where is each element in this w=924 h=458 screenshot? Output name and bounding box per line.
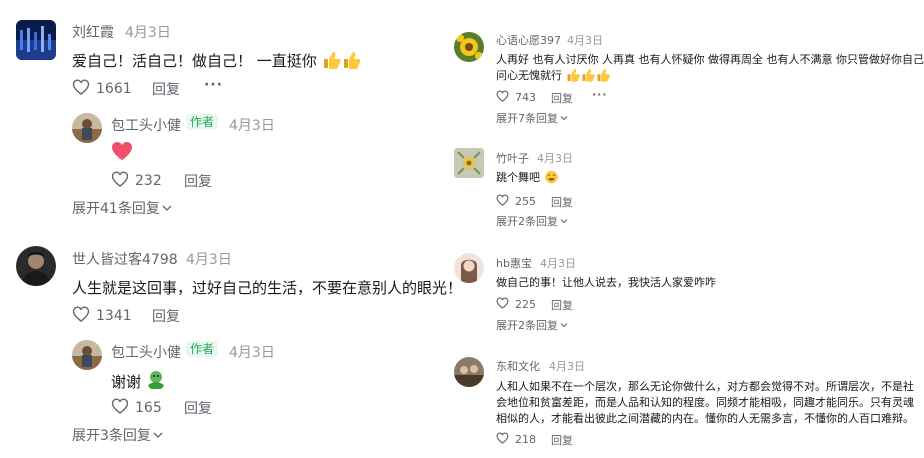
heart-emoji (111, 141, 133, 165)
like-count: 1661 (96, 81, 132, 97)
expand-label: 展开2条回复 (496, 319, 558, 332)
like-button[interactable]: 255 (496, 194, 536, 209)
chevron-down-icon (560, 323, 568, 328)
comment-date: 4月3日 (125, 25, 171, 41)
reply-text-content: 谢谢 (111, 373, 142, 391)
like-button[interactable]: 232 (111, 171, 162, 191)
comment-author[interactable]: 世人皆过客4798 (72, 249, 178, 269)
like-button[interactable]: 225 (496, 297, 536, 312)
reply-button[interactable]: 回复 (152, 306, 180, 326)
thumbs-up-emoji (322, 51, 342, 73)
reply-button[interactable]: 回复 (184, 398, 212, 418)
heart-outline-icon (496, 90, 509, 105)
avatar[interactable] (16, 246, 56, 286)
like-button[interactable]: 218 (496, 432, 536, 447)
reply-date: 4月3日 (229, 118, 275, 134)
heart-outline-icon (72, 306, 90, 326)
thumbs-up-emoji (566, 68, 581, 87)
like-count: 225 (515, 298, 536, 311)
like-button[interactable]: 743 (496, 90, 536, 105)
comment-text: 人再好 也有人讨厌你 人再真 也有人怀疑你 做得再周全 也有人不满意 你只管做好… (496, 53, 924, 66)
avatar[interactable] (454, 357, 484, 387)
reply-button[interactable]: 回复 (551, 297, 573, 313)
expand-label: 展开7条回复 (496, 112, 558, 125)
more-options-button[interactable]: ··· (204, 77, 223, 93)
heart-outline-icon (72, 79, 90, 99)
reply-button[interactable]: 回复 (184, 171, 212, 191)
reply-author[interactable]: 包工头小健 (111, 115, 181, 135)
comment-author[interactable]: hb惠宝 (496, 255, 532, 271)
reply-button[interactable]: 回复 (551, 90, 573, 106)
comment-author[interactable]: 东和文化 (496, 358, 540, 374)
comment-text: 问心无愧就行 (496, 67, 611, 87)
expand-replies-button[interactable]: 展开41条回复 (72, 198, 172, 218)
chevron-down-icon (153, 432, 163, 438)
comment-text: 人和人如果不在一个层次，那么无论你做什么，对方都会觉得不对。所谓层次，不是社 (496, 380, 914, 393)
reply-author[interactable]: 包工头小健 (111, 342, 181, 362)
comment-text-content: 问心无愧就行 (496, 69, 562, 82)
comment-date: 4月3日 (549, 360, 585, 373)
comment-author[interactable]: 竹叶子 (496, 150, 529, 166)
heart-outline-icon (496, 297, 509, 312)
avatar[interactable] (72, 340, 102, 370)
thumbs-up-emoji (596, 68, 611, 87)
thumbs-up-emoji (581, 68, 596, 87)
comment-text-content: 跳个舞吧 (496, 171, 540, 184)
reply-button[interactable]: 回复 (152, 79, 180, 99)
avatar[interactable] (454, 253, 484, 283)
thumbs-up-emoji (342, 51, 362, 73)
like-count: 232 (135, 173, 162, 189)
heart-outline-icon (111, 171, 129, 191)
author-badge: 作者 (186, 341, 219, 357)
reply-button[interactable]: 回复 (551, 194, 573, 210)
heart-outline-icon (496, 194, 509, 209)
like-count: 165 (135, 400, 162, 416)
comment-text-content: 爱自己！活自己！做自己！ 一直挺你 (72, 52, 317, 70)
like-count: 743 (515, 91, 536, 104)
comment-text: 相似的人，才能看出彼此之间潜藏的内在。懂你的人无需多言，不懂你的人百口难辩。 (496, 412, 914, 425)
heart-outline-icon (111, 398, 129, 418)
expand-label: 展开41条回复 (72, 201, 160, 217)
comment-date: 4月3日 (186, 252, 232, 268)
avatar[interactable] (72, 113, 102, 143)
comment-author[interactable]: 刘红霞 (72, 22, 114, 42)
expand-replies-button[interactable]: 展开2条回复 (496, 317, 568, 333)
expand-replies-button[interactable]: 展开7条回复 (496, 110, 568, 126)
expand-replies-button[interactable]: 展开3条回复 (72, 425, 163, 445)
like-button[interactable]: 165 (111, 398, 162, 418)
comment-text: 人生就是这回事，过好自己的生活，不要在意别人的眼光！ (72, 279, 463, 297)
expand-label: 展开2条回复 (496, 215, 558, 228)
reply-text: 谢谢 (111, 370, 166, 394)
comment-author[interactable]: 心语心愿397 (496, 32, 561, 48)
hug-emoji (146, 370, 166, 394)
comment-text: 做自己的事！让他人说去，我快活人家爱咋咋 (496, 276, 716, 289)
like-button[interactable]: 1341 (72, 306, 132, 326)
like-button[interactable]: 1661 (72, 79, 132, 99)
author-badge: 作者 (186, 114, 219, 130)
comment-date: 4月3日 (567, 34, 603, 47)
comment-date: 4月3日 (537, 152, 573, 165)
reply-button[interactable]: 回复 (551, 432, 573, 448)
chevron-down-icon (162, 205, 172, 211)
reply-date: 4月3日 (229, 345, 275, 361)
like-count: 255 (515, 195, 536, 208)
chevron-down-icon (560, 219, 568, 224)
heart-outline-icon (496, 432, 509, 447)
comment-text: 跳个舞吧 (496, 169, 559, 189)
comment-date: 4月3日 (540, 257, 576, 270)
like-count: 218 (515, 433, 536, 446)
expand-label: 展开3条回复 (72, 428, 151, 444)
comment-text: 会地位和贫富差距，而是人品和认知的程度。同频才能相吸，同趣才能同乐。只有灵魂 (496, 396, 914, 409)
laugh-emoji (544, 170, 559, 189)
avatar[interactable] (454, 148, 484, 178)
like-count: 1341 (96, 308, 132, 324)
avatar[interactable] (16, 20, 56, 60)
avatar[interactable] (454, 32, 484, 62)
comment-text: 爱自己！活自己！做自己！ 一直挺你 (72, 50, 362, 73)
expand-replies-button[interactable]: 展开2条回复 (496, 213, 568, 229)
more-options-button[interactable]: ··· (592, 88, 608, 101)
chevron-down-icon (560, 116, 568, 121)
